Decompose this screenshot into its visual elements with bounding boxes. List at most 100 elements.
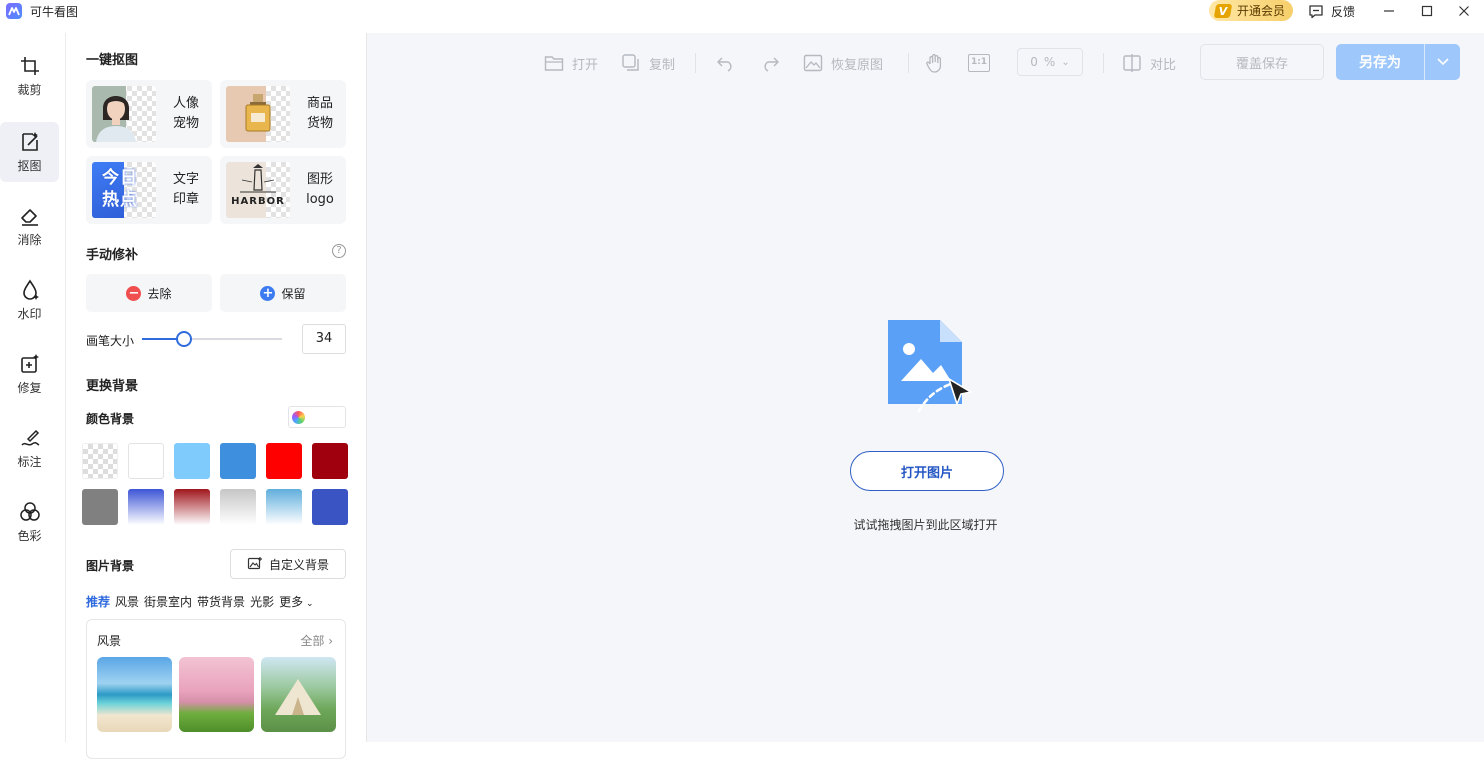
watermark-icon xyxy=(22,279,39,300)
save-as-dropdown[interactable] xyxy=(1424,44,1460,80)
color-swatch[interactable] xyxy=(312,489,348,525)
redo-button[interactable] xyxy=(760,51,780,75)
cutout-card-logo[interactable]: HARBOR 图形 logo xyxy=(220,156,346,224)
rail-item-repair[interactable]: 修复 xyxy=(0,344,59,404)
color-swatch[interactable] xyxy=(128,489,164,525)
card-line1: 人像 xyxy=(172,96,199,111)
undo-button[interactable] xyxy=(716,51,736,75)
brush-size-input[interactable]: 34 xyxy=(302,324,346,354)
color-swatch[interactable] xyxy=(82,443,118,479)
remove-label: 去除 xyxy=(147,286,172,301)
title-bar: 可牛看图 V 开通会员 反馈 xyxy=(0,0,1484,22)
canvas-area[interactable]: 打开 复制 恢复原图 1:1 0 % ⌄ 对比 覆盖保存 另存为 打开图片 试试… xyxy=(367,33,1484,742)
maximize-button[interactable] xyxy=(1407,0,1447,22)
remove-button[interactable]: − 去除 xyxy=(86,274,212,312)
zoom-select[interactable]: 0 % ⌄ xyxy=(1017,48,1083,76)
hand-tool[interactable] xyxy=(925,51,945,75)
rail-item-cutout[interactable]: 抠图 xyxy=(0,122,59,182)
restore-original-tool[interactable]: 恢复原图 xyxy=(803,51,883,75)
rail-item-watermark[interactable]: 水印 xyxy=(0,270,59,330)
compare-tool-label: 对比 xyxy=(1150,57,1177,73)
scenery-gallery: 风景 全部 › xyxy=(86,619,346,759)
actual-size-tool[interactable]: 1:1 xyxy=(968,51,990,75)
copy-tool[interactable]: 复制 xyxy=(621,51,675,75)
card-line1: 文字 xyxy=(172,172,199,187)
gallery-thumb-cherry-blossom[interactable] xyxy=(179,657,254,732)
gallery-all-link[interactable]: 全部 › xyxy=(300,632,333,649)
color-swatch[interactable] xyxy=(174,489,210,525)
image-bg-title: 图片背景 xyxy=(86,559,135,573)
minimize-button[interactable] xyxy=(1369,0,1409,22)
rail-item-color[interactable]: 色彩 xyxy=(0,492,59,552)
color-swatch[interactable] xyxy=(312,443,348,479)
one-click-title: 一键抠图 xyxy=(86,53,139,68)
save-as-label: 另存为 xyxy=(1359,55,1401,71)
rail-item-eraser[interactable]: 消除 xyxy=(0,196,59,256)
tab-light-shadow[interactable]: 光影 xyxy=(250,593,274,610)
cutout-card-product[interactable]: 商品 货物 xyxy=(220,80,346,148)
save-as-button[interactable]: 另存为 xyxy=(1336,44,1460,80)
color-swatch[interactable] xyxy=(220,443,256,479)
color-swatch[interactable] xyxy=(266,489,302,525)
gallery-thumb-camping-tent[interactable] xyxy=(261,657,336,732)
cutout-card-portrait[interactable]: 人像 宠物 xyxy=(86,80,212,148)
chevron-right-icon: › xyxy=(324,634,333,648)
folder-icon xyxy=(544,56,564,71)
color-icon xyxy=(19,501,40,521)
card-line2: 印章 xyxy=(172,192,199,207)
minus-circle-icon: − xyxy=(126,285,142,301)
color-swatch[interactable] xyxy=(174,443,210,479)
color-swatch[interactable] xyxy=(220,489,256,525)
feedback-button[interactable]: 反馈 xyxy=(1308,2,1355,20)
overwrite-save-button[interactable]: 覆盖保存 xyxy=(1200,44,1324,80)
rail-item-annotate[interactable]: 标注 xyxy=(0,418,59,478)
gallery-thumb-beach[interactable] xyxy=(97,657,172,732)
tool-rail: 裁剪 抠图 消除 水印 修复 标注 色彩 xyxy=(0,33,66,742)
annotate-icon xyxy=(20,429,39,446)
crop-icon xyxy=(20,56,39,75)
ratio-icon: 1:1 xyxy=(968,54,990,72)
color-bg-title: 颜色背景 xyxy=(86,412,135,426)
cutout-panel: 一键抠图 人像 宠物 商品 货物 今日热点 文字 印章 HARBOR 图形 lo… xyxy=(66,33,367,759)
tab-street-indoor[interactable]: 街景室内 xyxy=(144,593,192,610)
color-picker-button[interactable] xyxy=(288,406,346,428)
card-line1: 商品 xyxy=(306,96,333,111)
feedback-icon xyxy=(1309,4,1323,18)
compare-tool[interactable]: 对比 xyxy=(1122,51,1176,75)
vip-badge-icon: V xyxy=(1213,3,1233,18)
zoom-unit: % xyxy=(1043,55,1056,69)
tab-recommended[interactable]: 推荐 xyxy=(86,593,110,610)
keep-label: 保留 xyxy=(281,286,306,301)
close-icon xyxy=(1459,6,1469,16)
vip-button[interactable]: V 开通会员 xyxy=(1209,0,1293,21)
ratio-label: 1:1 xyxy=(970,57,988,67)
toolbar-divider xyxy=(908,53,909,73)
card-line2: logo xyxy=(306,192,334,207)
rail-label: 消除 xyxy=(17,232,42,247)
gallery-all-label: 全部 xyxy=(300,634,325,648)
brush-size-slider[interactable] xyxy=(142,331,282,347)
tab-more[interactable]: 更多 ⌄ xyxy=(279,593,313,610)
hand-icon xyxy=(926,54,942,73)
help-icon[interactable]: ? xyxy=(332,244,346,258)
rail-item-crop[interactable]: 裁剪 xyxy=(0,46,59,106)
close-button[interactable] xyxy=(1444,0,1484,22)
custom-bg-button[interactable]: 自定义背景 xyxy=(230,549,346,579)
color-swatch[interactable] xyxy=(128,443,164,479)
copy-icon xyxy=(622,54,639,71)
keep-button[interactable]: + 保留 xyxy=(220,274,346,312)
cutout-card-text[interactable]: 今日热点 文字 印章 xyxy=(86,156,212,224)
open-image-label: 打开图片 xyxy=(900,465,953,481)
slider-thumb[interactable] xyxy=(176,331,192,347)
tab-scenery[interactable]: 风景 xyxy=(115,593,139,610)
chevron-down-icon: ⌄ xyxy=(303,599,314,609)
rail-label: 水印 xyxy=(17,306,42,321)
color-swatch[interactable] xyxy=(266,443,302,479)
open-image-button[interactable]: 打开图片 xyxy=(850,451,1004,491)
tab-product-bg[interactable]: 带货背景 xyxy=(197,593,245,610)
manual-repair-title: 手动修补 xyxy=(86,248,139,263)
open-tool[interactable]: 打开 xyxy=(544,51,598,75)
color-swatch[interactable] xyxy=(82,489,118,525)
toolbar-divider xyxy=(1103,53,1104,73)
portrait-thumbnail xyxy=(92,86,156,142)
